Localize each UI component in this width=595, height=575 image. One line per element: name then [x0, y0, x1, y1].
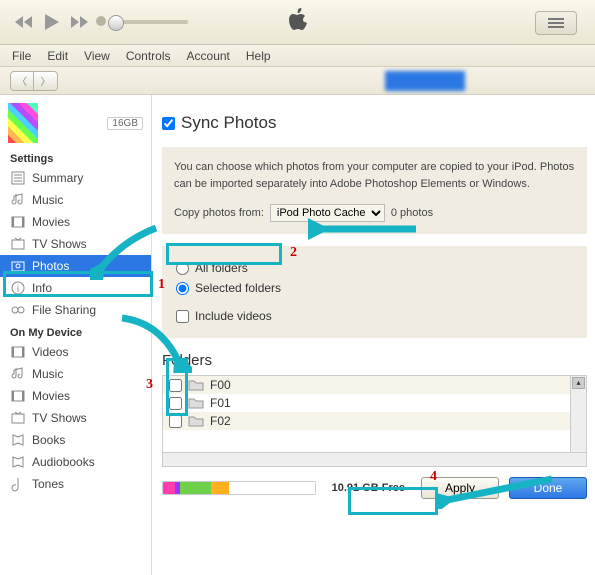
menu-file[interactable]: File [4, 49, 39, 63]
menu-view[interactable]: View [76, 49, 118, 63]
volume-slider[interactable] [108, 20, 188, 24]
sync-description: You can choose which photos from your co… [174, 159, 575, 192]
device-capacity: 16GB [107, 117, 143, 130]
rewind-button[interactable] [10, 10, 38, 34]
settings-heading: Settings [0, 147, 151, 167]
videos-icon [10, 344, 26, 360]
sidebar-item-tones[interactable]: Tones [0, 473, 151, 495]
sidebar-item-photos[interactable]: Photos [0, 255, 151, 277]
menu-help[interactable]: Help [238, 49, 279, 63]
folder-icon [188, 379, 204, 391]
copy-from-select[interactable]: iPod Photo Cache [270, 204, 385, 222]
sidebar-item-tv-shows[interactable]: TV Shows [0, 233, 151, 255]
music-icon [10, 366, 26, 382]
back-button[interactable]: 〈 [10, 71, 34, 91]
svg-text:i: i [17, 284, 19, 295]
selected-folders-label: Selected folders [195, 281, 281, 295]
menu-bar: File Edit View Controls Account Help [0, 45, 595, 67]
copy-from-label: Copy photos from: [174, 205, 264, 222]
menu-controls[interactable]: Controls [118, 49, 179, 63]
folder-row[interactable]: F02 [163, 412, 586, 430]
player-toolbar [0, 0, 595, 45]
folder-checkbox[interactable] [169, 379, 182, 392]
sync-photos-checkbox[interactable] [162, 117, 175, 130]
forward-nav-button[interactable]: 〉 [34, 71, 58, 91]
device-header: 16GB [0, 99, 151, 147]
folder-checkbox[interactable] [169, 397, 182, 410]
photos-icon [10, 258, 26, 274]
folder-checkbox[interactable] [169, 415, 182, 428]
all-folders-label: All folders [195, 261, 248, 275]
tv-shows-icon [10, 236, 26, 252]
sync-description-box: You can choose which photos from your co… [162, 147, 587, 234]
sidebar-item-music[interactable]: Music [0, 189, 151, 211]
sidebar-item-info[interactable]: iInfo [0, 277, 151, 299]
audiobooks-icon [10, 454, 26, 470]
redacted-device-name [385, 71, 465, 91]
file-sharing-icon [10, 302, 26, 318]
ondevice-heading: On My Device [0, 321, 151, 341]
sidebar-item-audiobooks[interactable]: Audiobooks [0, 451, 151, 473]
folder-row[interactable]: F00 [163, 376, 586, 394]
books-icon [10, 432, 26, 448]
sync-photos-title: Sync Photos [181, 113, 276, 133]
movies-icon [10, 388, 26, 404]
menu-account[interactable]: Account [179, 49, 238, 63]
forward-button[interactable] [66, 10, 94, 34]
sidebar-item-movies[interactable]: Movies [0, 211, 151, 233]
summary-icon [10, 170, 26, 186]
folder-icon [188, 397, 204, 409]
play-button[interactable] [38, 10, 66, 34]
tv-shows-icon [10, 410, 26, 426]
sidebar-item-summary[interactable]: Summary [0, 167, 151, 189]
sidebar-item-tv-shows[interactable]: TV Shows [0, 407, 151, 429]
include-videos-label: Include videos [195, 309, 272, 323]
sidebar-item-movies[interactable]: Movies [0, 385, 151, 407]
done-button[interactable]: Done [509, 477, 587, 499]
content-pane: Sync Photos You can choose which photos … [152, 95, 595, 575]
storage-usage-bar [162, 481, 316, 495]
selected-folders-radio[interactable] [176, 282, 189, 295]
folder-icon [188, 415, 204, 427]
folders-heading: Folders [162, 352, 587, 369]
sidebar-item-videos[interactable]: Videos [0, 341, 151, 363]
sidebar-item-file-sharing[interactable]: File Sharing [0, 299, 151, 321]
device-thumbnail [8, 103, 38, 143]
storage-free-text: 10.91 GB Free [326, 482, 411, 494]
apple-logo-icon [288, 8, 308, 37]
all-folders-radio[interactable] [176, 262, 189, 275]
sidebar-item-books[interactable]: Books [0, 429, 151, 451]
list-view-button[interactable] [535, 11, 577, 35]
info-icon: i [10, 280, 26, 296]
include-videos-checkbox[interactable] [176, 310, 189, 323]
music-icon [10, 192, 26, 208]
folders-scrollbar[interactable]: ▴ [570, 376, 586, 452]
folder-row[interactable]: F01 [163, 394, 586, 412]
sidebar-item-music[interactable]: Music [0, 363, 151, 385]
tones-icon [10, 476, 26, 492]
sidebar: 16GB Settings SummaryMusicMoviesTV Shows… [0, 95, 152, 575]
nav-row: 〈 〉 [0, 67, 595, 95]
menu-edit[interactable]: Edit [39, 49, 76, 63]
folders-h-scrollbar[interactable] [162, 453, 587, 467]
folder-mode-group: All folders Selected folders Include vid… [162, 246, 587, 338]
photo-count: 0 photos [391, 205, 433, 222]
movies-icon [10, 214, 26, 230]
folders-listbox[interactable]: F00F01F02 ▴ [162, 375, 587, 453]
